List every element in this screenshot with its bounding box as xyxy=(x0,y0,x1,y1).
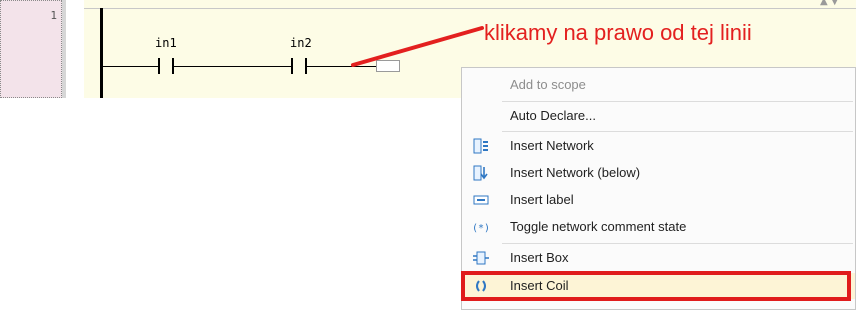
insert-network-below-icon xyxy=(472,164,490,182)
annotation-text: klikamy na prawo od tej linii xyxy=(484,20,752,45)
menu-item-label: Toggle network comment state xyxy=(510,219,687,234)
network-top-border xyxy=(84,8,856,9)
toggle-comment-icon: (*) xyxy=(472,218,490,236)
menu-item-partially-visible[interactable] xyxy=(462,304,855,310)
menu-item-auto-declare[interactable]: Auto Declare... xyxy=(462,103,855,129)
menu-item-label: Insert Network (below) xyxy=(510,165,641,180)
menu-item-add-to-scope[interactable]: Add to scope xyxy=(462,72,855,98)
svg-text:(*): (*) xyxy=(472,223,490,234)
network-number: 1 xyxy=(50,9,57,22)
line-number-gutter: 1 xyxy=(0,0,62,98)
menu-separator xyxy=(502,101,853,102)
menu-item-insert-label[interactable]: Insert label xyxy=(462,187,855,213)
menu-separator xyxy=(502,243,853,244)
margin-strip xyxy=(66,0,84,98)
menu-item-label: Insert Box xyxy=(510,250,569,265)
menu-item-insert-network[interactable]: Insert Network xyxy=(462,133,855,159)
scroll-arrows-icon[interactable]: ▲ ▼ xyxy=(820,0,839,7)
contact-in2-left-bar[interactable] xyxy=(291,58,293,74)
menu-item-toggle-network-comment[interactable]: (*) Toggle network comment state xyxy=(462,214,855,240)
insert-label-icon xyxy=(472,191,490,209)
wire-segment xyxy=(103,66,158,67)
menu-item-label: Insert label xyxy=(510,192,574,207)
left-power-rail xyxy=(100,8,103,98)
contact-in1-label[interactable]: in1 xyxy=(155,36,177,50)
wire-segment xyxy=(307,66,355,67)
annotation-arrow xyxy=(351,26,484,67)
contact-in1-left-bar[interactable] xyxy=(158,58,160,74)
highlight-frame xyxy=(461,271,851,301)
menu-item-insert-box[interactable]: Insert Box xyxy=(462,245,855,271)
menu-item-label: Auto Declare... xyxy=(510,108,596,123)
menu-separator xyxy=(502,131,853,132)
contact-in2-label[interactable]: in2 xyxy=(290,36,312,50)
menu-item-insert-network-below[interactable]: Insert Network (below) xyxy=(462,160,855,186)
insert-network-icon xyxy=(472,137,490,155)
insert-box-icon xyxy=(472,249,490,267)
menu-item-label: Add to scope xyxy=(510,77,586,92)
wire-segment xyxy=(174,66,291,67)
menu-item-label: Insert Network xyxy=(510,138,594,153)
